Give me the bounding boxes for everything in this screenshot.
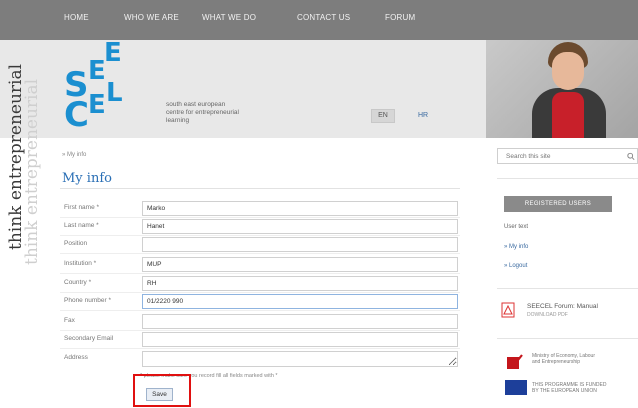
logo-letter-e3: E bbox=[88, 90, 106, 120]
sidebar-link-my-info[interactable]: » My info bbox=[504, 244, 528, 250]
photo-shirt bbox=[552, 92, 584, 138]
country-label: Country * bbox=[64, 279, 92, 286]
eu-flag-icon[interactable] bbox=[505, 380, 527, 395]
eu-funding-text: THIS PROGRAMME IS FUNDED BY THE EUROPEAN… bbox=[532, 382, 606, 394]
language-hr-link[interactable]: HR bbox=[418, 112, 428, 119]
institution-field[interactable] bbox=[142, 257, 458, 272]
position-label: Position bbox=[64, 240, 88, 247]
title-divider bbox=[60, 188, 460, 189]
logo-tagline: south east european centre for entrepren… bbox=[166, 101, 286, 125]
header-photo bbox=[486, 40, 638, 138]
fax-field[interactable] bbox=[142, 314, 458, 329]
nav-item-contact-us[interactable]: CONTACT US bbox=[297, 13, 350, 22]
form-row-institution: Institution * bbox=[60, 256, 460, 274]
site-search bbox=[497, 148, 638, 164]
sidebar-divider bbox=[497, 178, 638, 179]
search-input[interactable] bbox=[506, 151, 624, 162]
ministry-text: Ministry of Economy, Labour and Entrepre… bbox=[532, 353, 595, 365]
row-divider bbox=[60, 273, 460, 274]
seecel-logo[interactable]: S E E C E L bbox=[64, 40, 164, 138]
phone-number-field[interactable] bbox=[142, 294, 458, 309]
form-row-phone: Phone number * bbox=[60, 293, 460, 311]
first-name-field[interactable] bbox=[142, 201, 458, 216]
row-divider bbox=[60, 348, 460, 349]
address-field[interactable] bbox=[142, 351, 458, 367]
logo-letter-e2: E bbox=[104, 38, 122, 68]
tagline-line: centre for entrepreneurial bbox=[166, 109, 239, 116]
form-row-country: Country * bbox=[60, 275, 460, 293]
page-title: My info bbox=[62, 171, 112, 186]
row-divider bbox=[60, 310, 460, 311]
logo-letter-l: L bbox=[106, 78, 123, 108]
ministry-logo-icon[interactable] bbox=[507, 354, 523, 370]
logo-letter-c: C bbox=[64, 95, 89, 135]
sidebar-link-logout[interactable]: » Logout bbox=[504, 263, 527, 269]
pdf-manual-link[interactable]: SEECEL Forum: Manual bbox=[527, 303, 598, 310]
eu-line: BY THE EUROPEAN UNION bbox=[532, 388, 597, 394]
form-row-position: Position bbox=[60, 236, 460, 254]
country-field[interactable] bbox=[142, 276, 458, 291]
row-divider bbox=[60, 253, 460, 254]
user-text: User text bbox=[504, 224, 529, 230]
form-row-address: Address bbox=[60, 350, 460, 368]
top-nav: HOME WHO WE ARE WHAT WE DO CONTACT US FO… bbox=[0, 0, 638, 40]
position-field[interactable] bbox=[142, 237, 458, 252]
fax-label: Fax bbox=[64, 317, 75, 324]
form-row-fax: Fax bbox=[60, 313, 460, 331]
secondary-email-label: Secondary Email bbox=[64, 335, 114, 342]
save-button[interactable]: Save bbox=[146, 388, 173, 401]
tagline-line: learning bbox=[166, 117, 190, 124]
breadcrumb[interactable]: » My info bbox=[62, 152, 86, 158]
search-icon[interactable] bbox=[627, 152, 635, 161]
phone-label: Phone number * bbox=[64, 297, 111, 304]
sidebar-divider bbox=[497, 338, 638, 339]
nav-item-who-we-are[interactable]: WHO WE ARE bbox=[124, 13, 179, 22]
language-en-button[interactable]: EN bbox=[371, 109, 395, 123]
secondary-email-field[interactable] bbox=[142, 332, 458, 347]
photo-face bbox=[552, 52, 584, 90]
registered-users-header: REGISTERED USERS bbox=[504, 196, 612, 212]
pdf-download-label[interactable]: DOWNLOAD PDF bbox=[527, 312, 568, 318]
form-row-first-name: First name * bbox=[60, 200, 460, 218]
ministry-line: and Entrepreneurship bbox=[532, 359, 581, 365]
form-row-last-name: Last name * bbox=[60, 218, 460, 236]
last-name-field[interactable] bbox=[142, 219, 458, 234]
first-name-label: First name * bbox=[64, 204, 100, 211]
institution-label: Institution * bbox=[64, 260, 97, 267]
banner-text-secondary: think entrepreneurial bbox=[22, 78, 42, 265]
nav-item-forum[interactable]: FORUM bbox=[385, 13, 415, 22]
nav-item-home[interactable]: HOME bbox=[64, 13, 89, 22]
nav-item-what-we-do[interactable]: WHAT WE DO bbox=[202, 13, 256, 22]
last-name-label: Last name * bbox=[64, 222, 99, 229]
address-label: Address bbox=[64, 354, 88, 361]
pdf-icon[interactable] bbox=[501, 302, 515, 318]
sidebar-divider bbox=[497, 288, 638, 289]
tagline-line: south east european bbox=[166, 101, 226, 108]
form-row-secondary-email: Secondary Email bbox=[60, 331, 460, 349]
